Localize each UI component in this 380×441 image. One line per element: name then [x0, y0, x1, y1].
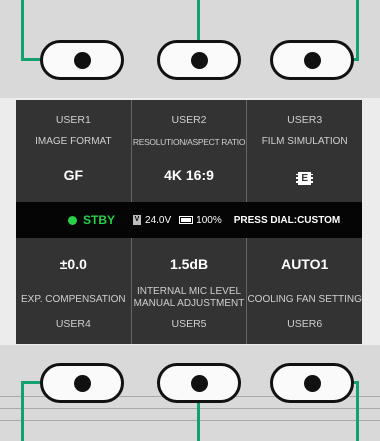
button-dot — [190, 51, 208, 69]
leader-line-user3 — [356, 0, 359, 60]
top-row: USER1 IMAGE FORMAT GF USER2 RESOLUTION/A… — [16, 100, 362, 202]
bottom-row: ±0.0 EXP. COMPENSATION USER4 1.5dB INTER… — [16, 238, 362, 344]
user1-button[interactable] — [40, 40, 124, 80]
image-format-label: IMAGE FORMAT — [35, 136, 112, 147]
user3-button[interactable] — [270, 40, 354, 80]
leader-line-user1 — [21, 0, 24, 60]
button-dot — [73, 374, 91, 392]
user2-cell: USER2 RESOLUTION/ASPECT RATIO 4K 16:9 — [132, 100, 248, 202]
mic-level-label-line1: INTERNAL MIC LEVEL — [136, 286, 242, 297]
voltage-value: 24.0V — [145, 214, 172, 226]
user6-label: USER6 — [287, 318, 323, 330]
mic-level-label-line2: MANUAL ADJUSTMENT — [133, 298, 245, 309]
user5-label: USER5 — [171, 318, 207, 330]
seam-line — [0, 420, 380, 421]
user2-label: USER2 — [171, 114, 207, 126]
film-simulation-icon: E — [296, 172, 314, 185]
user1-cell: USER1 IMAGE FORMAT GF — [16, 100, 132, 202]
user6-button[interactable] — [270, 363, 354, 403]
mic-level-value: 1.5dB — [169, 256, 209, 272]
user1-label: USER1 — [55, 114, 91, 126]
standby-status: STBY — [83, 213, 116, 227]
user4-button[interactable] — [40, 363, 124, 403]
cooling-fan-value: AUTO1 — [281, 256, 329, 272]
exposure-compensation-value: ±0.0 — [59, 256, 87, 272]
user3-label: USER3 — [287, 114, 323, 126]
user5-cell: 1.5dB INTERNAL MIC LEVEL MANUAL ADJUSTME… — [132, 238, 248, 344]
seam-line — [0, 408, 380, 409]
button-dot — [190, 374, 208, 392]
voltage-badge-icon: V — [133, 215, 142, 225]
battery-icon — [179, 216, 194, 224]
user3-cell: USER3 FILM SIMULATION E — [247, 100, 362, 202]
cooling-fan-label: COOLING FAN SETTING — [247, 294, 362, 305]
user5-button[interactable] — [157, 363, 241, 403]
press-dial-hint: PRESS DIAL:CUSTOM — [233, 214, 341, 226]
button-dot — [303, 374, 321, 392]
user4-label: USER4 — [55, 318, 91, 330]
button-dot — [73, 51, 91, 69]
leader-line-user4 — [21, 381, 24, 441]
user6-cell: AUTO1 COOLING FAN SETTING USER6 — [247, 238, 362, 344]
camera-sub-monitor-diagram: USER1 IMAGE FORMAT GF USER2 RESOLUTION/A… — [0, 0, 380, 441]
sub-monitor-panel: USER1 IMAGE FORMAT GF USER2 RESOLUTION/A… — [16, 100, 362, 344]
resolution-label: RESOLUTION/ASPECT RATIO — [132, 137, 246, 147]
leader-line-user6 — [356, 381, 359, 441]
standby-indicator-icon — [68, 215, 77, 225]
status-bar: STBY V 24.0V 100% PRESS DIAL:CUSTOM — [16, 202, 362, 238]
button-dot — [303, 51, 321, 69]
exposure-compensation-label: EXP. COMPENSATION — [21, 294, 126, 305]
resolution-value: 4K 16:9 — [164, 167, 214, 183]
user2-button[interactable] — [157, 40, 241, 80]
user4-cell: ±0.0 EXP. COMPENSATION USER4 — [16, 238, 132, 344]
battery-percent: 100% — [196, 214, 222, 226]
film-simulation-value: E — [247, 168, 362, 186]
image-format-value: GF — [63, 167, 84, 183]
film-simulation-label: FILM SIMULATION — [261, 136, 348, 147]
